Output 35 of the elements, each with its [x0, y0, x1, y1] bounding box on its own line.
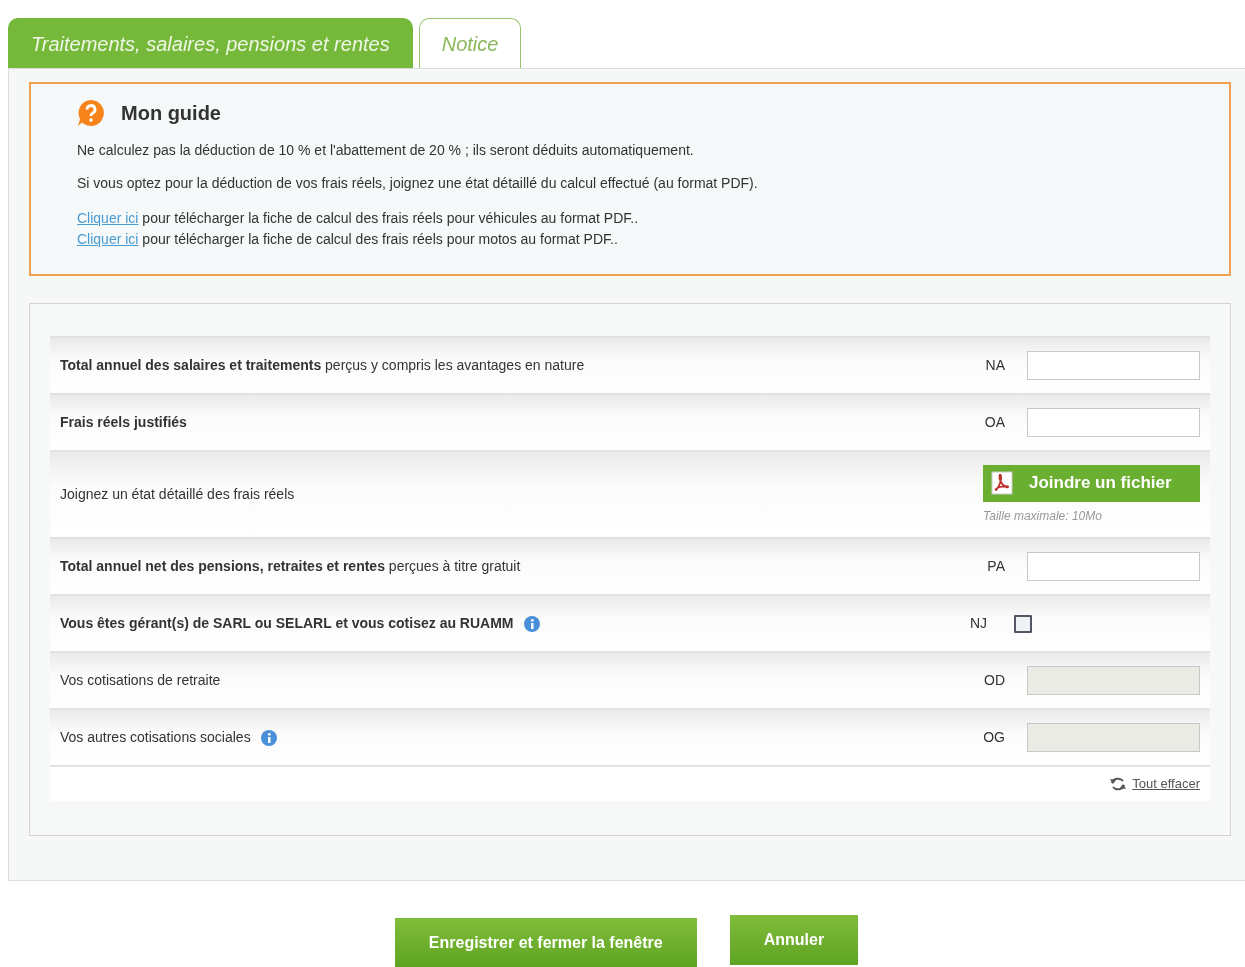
field-code: NA — [984, 356, 1005, 375]
clear-all-link[interactable]: Tout effacer — [1132, 774, 1200, 794]
input-field[interactable] — [1027, 351, 1200, 380]
guide-title: Mon guide — [121, 101, 221, 126]
field-label: Vos cotisations de retraite — [60, 671, 221, 690]
field-label: Total annuel des salaires et traitements perçus y compris les avantages en nature — [60, 356, 585, 375]
input-field[interactable] — [1027, 408, 1200, 437]
field-label: Vos autres cotisations sociales — [60, 728, 251, 747]
guide-text: Ne calculez pas la déduction de 10 % et l'abattement de 20 % ; ils seront déduits automatiquement. — [77, 141, 695, 160]
save-close-button[interactable]: Enregistrer et fermer la fenêtre — [394, 918, 697, 967]
guide-text: Cliquer ici pour télécharger la fiche de calcul des frais réels pour motos au format PDF.. — [77, 230, 619, 249]
tab[interactable]: Notice — [418, 18, 522, 68]
guide-text: Si vous optez pour la déduction de vos frais réels, joignez une état détaillé du calcul effectué (au format PDF). — [77, 174, 759, 193]
field-label: Total annuel net des pensions, retraites et rentes perçues à titre gratuit — [60, 557, 521, 576]
field-label: Frais réels justifiés — [60, 413, 187, 432]
size-hint: Taille maximale: 10Mo — [983, 507, 1103, 525]
reset-icon — [1109, 777, 1128, 791]
info-icon[interactable] — [523, 615, 540, 632]
field-code: PA — [986, 557, 1005, 576]
pdf-icon — [991, 471, 1013, 495]
field-code: OD — [983, 671, 1005, 690]
download-link[interactable]: Cliquer ici — [77, 231, 139, 247]
cancel-button[interactable]: Annuler — [729, 915, 859, 965]
checkbox[interactable] — [1014, 614, 1032, 633]
download-link[interactable]: Cliquer ici — [77, 210, 139, 226]
field-label: Joignez un état détaillé des frais réels — [60, 485, 295, 504]
guide-text: Cliquer ici pour télécharger la fiche de calcul des frais réels pour véhicules au format PDF.. — [77, 209, 640, 228]
attach-file-button[interactable]: Joindre un fichier — [983, 464, 1200, 502]
field-label: Vous êtes gérant(s) de SARL ou SELARL et vous cotisez au RUAMM — [60, 614, 514, 633]
field-code: OG — [982, 728, 1005, 747]
tab[interactable]: Traitements, salaires, pensions et rentes — [8, 18, 413, 68]
help-icon — [77, 99, 105, 127]
field-code: OA — [983, 413, 1005, 432]
input-field[interactable] — [1027, 552, 1200, 581]
field-code: NJ — [968, 614, 987, 633]
